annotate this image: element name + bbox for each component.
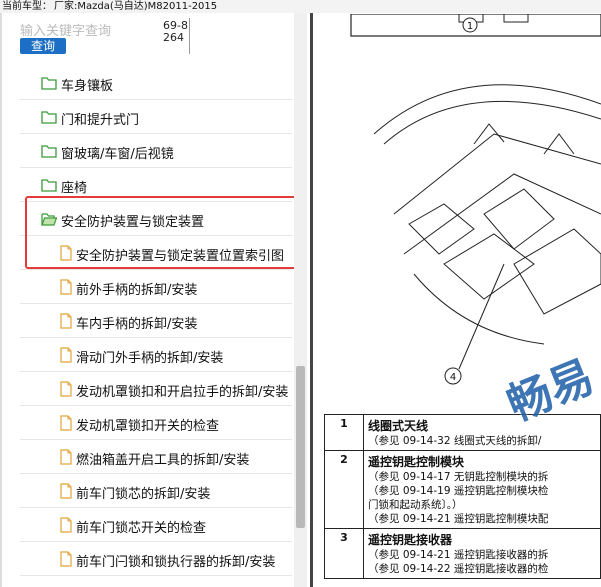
document-icon <box>60 347 72 363</box>
document-icon <box>60 483 72 499</box>
scrollbar-thumb[interactable] <box>296 366 305 528</box>
sidebar-border <box>0 13 2 587</box>
component-title: 遥控钥匙接收器 <box>368 533 453 547</box>
component-reference: 门锁和起动系统〕。） <box>368 499 463 511</box>
tree-doc-front-lock-switch[interactable]: 前车门锁芯开关的检查 <box>20 508 292 542</box>
divider <box>189 18 190 54</box>
selection-highlight <box>25 196 298 269</box>
tree-item-label: 门和提升式门 <box>61 113 140 128</box>
folder-icon <box>41 111 57 124</box>
tree-item-label: 车身镶板 <box>61 79 114 94</box>
tree-item-label: 前车门闩锁和锁执行器的拆卸/安装 <box>76 555 276 570</box>
table-row: 1 线圈式天线 （参见 09-14-32 线圈式天线的拆卸/ <box>324 414 601 451</box>
vehicle-model: 厂家:Mazda(马自达)M82011-2015 <box>54 1 218 12</box>
folder-icon <box>41 145 57 158</box>
component-reference[interactable]: （参见 09-14-21 遥控钥匙控制模块配 <box>368 512 596 526</box>
document-icon <box>60 551 72 567</box>
table-row: 2 遥控钥匙控制模块 （参见 09-14-17 无钥匙控制模块的拆 （参见 09… <box>324 450 601 529</box>
tree-doc-fuel-lid-opener[interactable]: 燃油箱盖开启工具的拆卸/安装 <box>20 440 292 474</box>
tree-doc-sliding-door-handle[interactable]: 滑动门外手柄的拆卸/安装 <box>20 338 292 372</box>
tree-item-label: 发动机罩锁扣和开启拉手的拆卸/安装 <box>76 385 289 400</box>
tree-item-label: 前车门锁芯的拆卸/安装 <box>76 487 211 502</box>
document-icon <box>60 313 72 329</box>
component-reference[interactable]: （参见 09-14-32 线圈式天线的拆卸/ <box>368 434 596 448</box>
tree-item-label: 滑动门外手柄的拆卸/安装 <box>76 351 224 366</box>
tree-folder-glass[interactable]: 窗玻璃/车窗/后视镜 <box>20 134 292 168</box>
component-reference[interactable]: （参见 09-14-21 遥控钥匙接收器的拆 <box>368 548 596 562</box>
row-number: 1 <box>324 414 364 451</box>
table-row: 3 遥控钥匙接收器 （参见 09-14-21 遥控钥匙接收器的拆 （参见 09-… <box>324 528 601 579</box>
component-reference[interactable]: （参见 09-14-17 无钥匙控制模块的拆 <box>368 470 596 484</box>
tree-item-label: 燃油箱盖开启工具的拆卸/安装 <box>76 453 250 468</box>
tree-doc-hood-latch[interactable]: 发动机罩锁扣和开启拉手的拆卸/安装 <box>20 372 292 406</box>
tree-folder-doors[interactable]: 门和提升式门 <box>20 100 292 134</box>
document-icon <box>60 381 72 397</box>
vehicle-prefix: 当前车型： <box>2 1 52 12</box>
row-number: 3 <box>324 528 364 579</box>
tree-item-label: 座椅 <box>61 181 88 196</box>
tree-item-label: 窗玻璃/车窗/后视镜 <box>61 147 174 162</box>
tree-item-label: 前外手柄的拆卸/安装 <box>76 283 198 298</box>
folder-icon <box>41 77 57 90</box>
component-table: 1 线圈式天线 （参见 09-14-32 线圈式天线的拆卸/ 2 遥控钥匙控制模… <box>324 414 601 579</box>
component-reference[interactable]: （参见 09-14-19 遥控钥匙控制模块检 <box>368 484 596 498</box>
component-title: 遥控钥匙控制模块 <box>368 455 465 469</box>
folder-icon <box>41 179 57 192</box>
tree-doc-inner-handle[interactable]: 车内手柄的拆卸/安装 <box>20 304 292 338</box>
tree-doc-front-lock-cylinder[interactable]: 前车门锁芯的拆卸/安装 <box>20 474 292 508</box>
callout-4: 4 <box>450 372 456 383</box>
tree-item-label: 发动机罩锁扣开关的检查 <box>76 419 220 434</box>
row-number: 2 <box>324 450 364 529</box>
component-reference[interactable]: （参见 09-14-22 遥控钥匙接收器的检 <box>368 562 596 576</box>
document-icon <box>60 279 72 295</box>
document-icon <box>60 449 72 465</box>
tree-doc-front-latch-actuator[interactable]: 前车门闩锁和锁执行器的拆卸/安装 <box>20 542 292 576</box>
callout-1: 1 <box>467 21 473 32</box>
viewer-edge <box>310 13 313 587</box>
tree-folder-body-panels[interactable]: 车身镶板 <box>20 66 292 100</box>
tree-doc-front-outer-handle[interactable]: 前外手柄的拆卸/安装 <box>20 270 292 304</box>
document-icon <box>60 415 72 431</box>
tree-item-label: 前车门锁芯开关的检查 <box>76 521 207 536</box>
component-title: 线圈式天线 <box>368 419 429 433</box>
search-button[interactable]: 查询 <box>20 38 66 54</box>
vehicle-header: 当前车型： 厂家:Mazda(马自达)M82011-2015 <box>0 0 601 13</box>
tree-doc-hood-latch-switch[interactable]: 发动机罩锁扣开关的检查 <box>20 406 292 440</box>
tree-item-label: 车内手柄的拆卸/安装 <box>76 317 198 332</box>
phone-number: 69-8264 <box>163 19 188 44</box>
document-icon <box>60 517 72 533</box>
